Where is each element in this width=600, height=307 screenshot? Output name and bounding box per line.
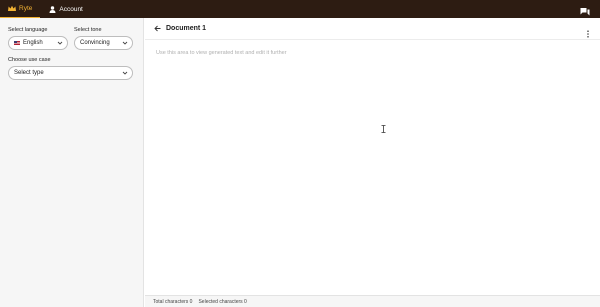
document-title[interactable]: Document 1	[166, 25, 206, 32]
editor-placeholder[interactable]: Use this area to view generated text and…	[156, 50, 287, 56]
person-icon	[48, 5, 56, 13]
tab-account-label: Account	[59, 5, 83, 13]
back-arrow-icon[interactable]	[154, 25, 161, 32]
tone-label: Select tone	[74, 27, 102, 33]
tab-account[interactable]: Account	[40, 0, 91, 18]
chat-icon[interactable]	[580, 4, 590, 16]
text-cursor-icon	[381, 120, 386, 133]
top-navbar: Ryte Account	[0, 0, 600, 18]
tone-value: Convincing	[80, 40, 110, 46]
language-label: Select language	[8, 27, 48, 33]
chevron-down-icon	[57, 40, 63, 46]
tone-select[interactable]: Convincing	[74, 36, 133, 50]
chevron-down-icon	[122, 40, 128, 46]
selected-characters: Selected characters 0	[198, 298, 247, 305]
use-case-select[interactable]: Select type	[8, 66, 133, 80]
editor-status-bar: Total characters 0 Selected characters 0	[145, 295, 600, 307]
tab-ryte-label: Ryte	[19, 5, 33, 12]
more-options-icon[interactable]	[586, 25, 590, 38]
total-characters: Total characters 0	[153, 298, 193, 305]
document-header: Document 1	[145, 18, 600, 40]
use-case-label: Choose use case	[8, 57, 51, 63]
crown-icon	[8, 5, 16, 13]
language-select[interactable]: English	[8, 36, 68, 50]
settings-sidebar: Select language English Select tone Conv…	[0, 18, 144, 307]
use-case-value: Select type	[14, 70, 44, 76]
document-editor: Document 1 Use this area to view generat…	[145, 18, 600, 307]
chevron-down-icon	[122, 70, 128, 76]
us-flag-icon	[14, 41, 20, 45]
language-value: English	[23, 40, 43, 46]
tab-ryte[interactable]: Ryte	[0, 0, 41, 18]
